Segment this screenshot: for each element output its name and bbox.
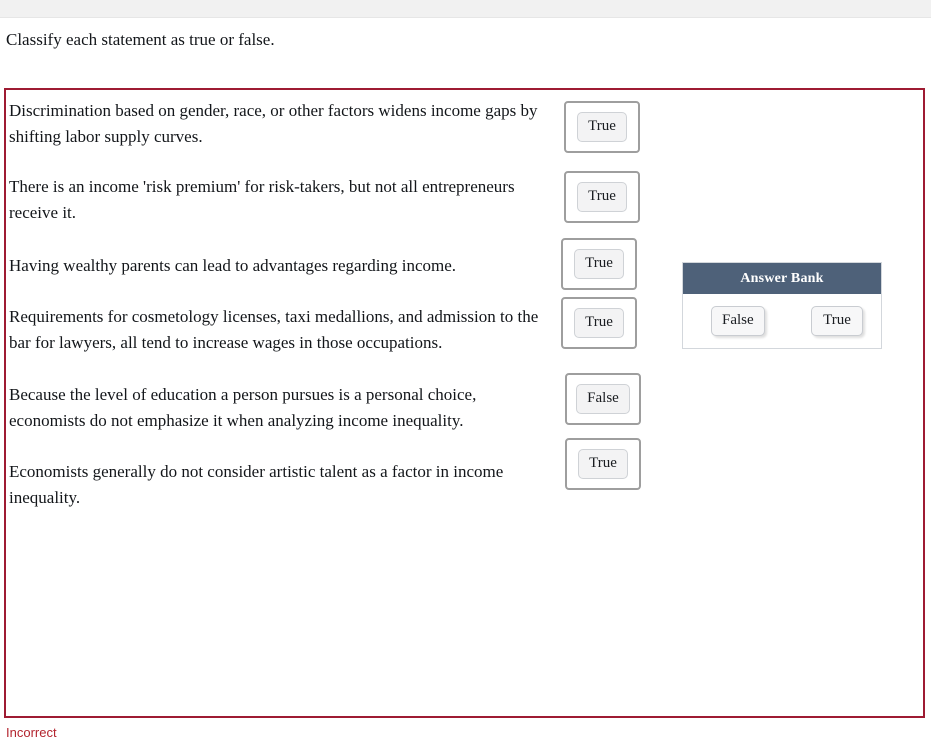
answer-bank-title: Answer Bank bbox=[683, 263, 881, 294]
answer-bank-option-true[interactable]: True bbox=[811, 306, 863, 336]
answer-token[interactable]: True bbox=[578, 449, 628, 479]
answer-token[interactable]: True bbox=[574, 308, 624, 338]
answer-token[interactable]: False bbox=[576, 384, 630, 414]
answer-bank: Answer Bank False True bbox=[682, 262, 882, 349]
statement-text: Requirements for cosmetology licenses, t… bbox=[9, 307, 539, 352]
feedback-status: Incorrect bbox=[6, 725, 57, 739]
answer-bank-option-false[interactable]: False bbox=[711, 306, 765, 336]
answer-token[interactable]: True bbox=[577, 182, 627, 212]
page-title: Classify each statement as true or false… bbox=[6, 30, 275, 49]
answer-token[interactable]: True bbox=[574, 249, 624, 279]
statement-text: There is an income 'risk premium' for ri… bbox=[9, 177, 515, 222]
answer-dropzone[interactable]: True bbox=[561, 238, 637, 290]
exercise-page: Classify each statement as true or false… bbox=[0, 0, 931, 739]
answer-dropzone[interactable]: True bbox=[564, 101, 640, 153]
statement-text: Because the level of education a person … bbox=[9, 385, 477, 430]
statement-text: Economists generally do not consider art… bbox=[9, 462, 504, 507]
answer-dropzone[interactable]: True bbox=[565, 438, 641, 490]
top-bar bbox=[0, 0, 931, 18]
answer-token[interactable]: True bbox=[577, 112, 627, 142]
question-region: Discrimination based on gender, race, or… bbox=[4, 88, 925, 718]
statement-text: Having wealthy parents can lead to advan… bbox=[9, 256, 457, 275]
answer-dropzone[interactable]: True bbox=[561, 297, 637, 349]
answer-bank-body: False True bbox=[683, 294, 881, 348]
answer-dropzone[interactable]: True bbox=[564, 171, 640, 223]
answer-dropzone[interactable]: False bbox=[565, 373, 641, 425]
statement-text: Discrimination based on gender, race, or… bbox=[9, 101, 538, 146]
